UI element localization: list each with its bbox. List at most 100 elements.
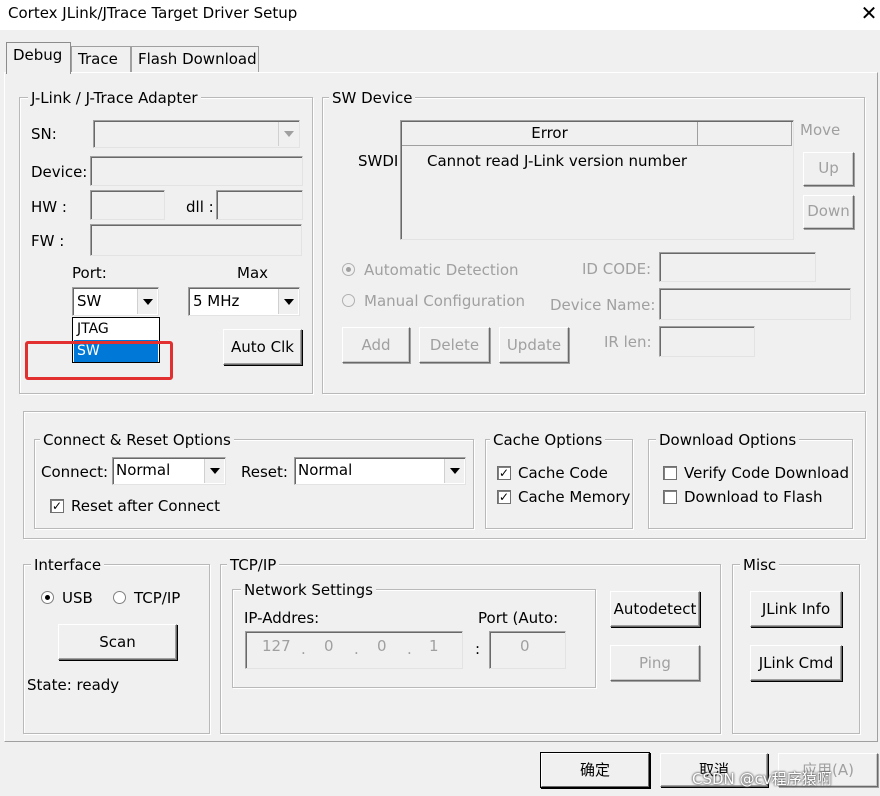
- max-clock-select[interactable]: 5 MHz: [188, 287, 300, 316]
- auto-clk-button[interactable]: Auto Clk: [223, 329, 302, 365]
- swdi-label: SWDI: [358, 152, 399, 170]
- ip-dot-3: .: [407, 640, 412, 658]
- ping-button[interactable]: Ping: [610, 645, 700, 681]
- tcpip-radio-label: TCP/IP: [134, 589, 181, 607]
- column-header-error[interactable]: Error: [402, 122, 698, 146]
- ir-len-field: [659, 326, 755, 357]
- cache-code-label: Cache Code: [518, 464, 608, 482]
- id-code-label: ID CODE:: [582, 260, 652, 278]
- download-options-group-label: Download Options: [656, 431, 800, 449]
- chevron-down-icon[interactable]: [204, 459, 224, 483]
- id-code-field: [659, 252, 816, 282]
- port-select[interactable]: SW: [72, 287, 159, 316]
- download-to-flash-label: Download to Flash: [684, 488, 823, 506]
- state-label: State: ready: [27, 676, 120, 694]
- device-list-message: Cannot read J-Link version number: [427, 152, 688, 170]
- move-label: Move: [800, 121, 841, 139]
- network-settings-label: Network Settings: [241, 581, 376, 599]
- tcpip-group-label: TCP/IP: [227, 556, 280, 574]
- device-list[interactable]: Error Cannot read J-Link version number: [400, 120, 794, 240]
- connect-select[interactable]: Normal: [112, 457, 226, 485]
- reset-after-connect-label: Reset after Connect: [71, 497, 220, 515]
- cache-memory-label: Cache Memory: [518, 488, 631, 506]
- max-label: Max: [237, 264, 269, 282]
- ok-button[interactable]: 确定: [541, 753, 649, 787]
- update-button[interactable]: Update: [499, 327, 569, 363]
- ip-port-colon: :: [475, 640, 481, 658]
- reset-select-value: Normal: [298, 461, 353, 479]
- usb-radio[interactable]: [41, 591, 54, 604]
- tab-flash-download[interactable]: Flash Download: [131, 46, 259, 74]
- ir-len-label: IR len:: [604, 333, 652, 351]
- port-select-value: SW: [77, 292, 102, 310]
- device-name-label: Device Name:: [550, 296, 656, 314]
- reset-select[interactable]: Normal: [294, 457, 466, 485]
- cache-options-group: [485, 439, 633, 529]
- tab-trace[interactable]: Trace: [71, 46, 131, 74]
- cache-options-group-label: Cache Options: [490, 431, 606, 449]
- tcpip-radio[interactable]: [113, 591, 126, 604]
- reset-after-connect-checkbox[interactable]: ✓: [50, 499, 64, 513]
- usb-label: USB: [62, 589, 93, 607]
- verify-download-label: Verify Code Download: [684, 464, 850, 482]
- tcp-port-field: 0: [489, 631, 566, 669]
- ip-address-field: 127 . 0 . 0 . 1: [245, 631, 463, 669]
- max-clock-value: 5 MHz: [193, 292, 240, 310]
- chevron-down-icon[interactable]: [137, 289, 157, 314]
- connect-reset-group-label: Connect & Reset Options: [40, 431, 234, 449]
- connect-label: Connect:: [41, 463, 109, 481]
- column-header-blank[interactable]: [698, 122, 792, 146]
- verify-download-checkbox[interactable]: [663, 466, 677, 480]
- hw-field: [90, 190, 165, 220]
- sn-combo[interactable]: [93, 120, 300, 148]
- jlink-cmd-button[interactable]: JLink Cmd: [750, 645, 842, 681]
- ip-dot-2: .: [354, 640, 359, 658]
- adapter-group-label: J-Link / J-Trace Adapter: [28, 89, 201, 107]
- device-name-field: [659, 288, 851, 320]
- ip-address-label: IP-Addres:: [244, 609, 320, 627]
- ip-octet-2: 0: [324, 637, 334, 655]
- misc-group-label: Misc: [740, 556, 780, 574]
- delete-button[interactable]: Delete: [419, 327, 490, 363]
- interface-group-label: Interface: [31, 556, 105, 574]
- close-icon[interactable]: ✕: [858, 0, 880, 26]
- cache-code-checkbox[interactable]: ✓: [497, 466, 511, 480]
- chevron-down-icon[interactable]: [278, 289, 298, 314]
- port-auto-label: Port (Auto:: [478, 609, 559, 627]
- download-options-group: [648, 439, 853, 529]
- dll-label: dll :: [186, 198, 214, 216]
- connect-select-value: Normal: [116, 461, 171, 479]
- jlink-info-button[interactable]: JLink Info: [750, 591, 842, 627]
- hw-label: HW :: [31, 198, 67, 216]
- chevron-down-icon[interactable]: [444, 459, 464, 483]
- manual-config-radio[interactable]: [342, 294, 355, 307]
- add-button[interactable]: Add: [342, 327, 410, 363]
- dll-field: [216, 190, 303, 220]
- autodetect-button[interactable]: Autodetect: [610, 591, 700, 627]
- window-title: Cortex JLink/JTrace Target Driver Setup: [8, 4, 298, 22]
- manual-config-label: Manual Configuration: [364, 292, 526, 310]
- sn-label: SN:: [31, 125, 57, 143]
- port-label: Port:: [72, 264, 107, 282]
- sw-device-group-label: SW Device: [329, 89, 416, 107]
- reset-label: Reset:: [241, 463, 288, 481]
- ip-dot-1: .: [301, 640, 306, 658]
- fw-field: [90, 224, 302, 256]
- scan-button[interactable]: Scan: [58, 624, 177, 660]
- download-to-flash-checkbox[interactable]: [663, 490, 677, 504]
- move-down-button[interactable]: Down: [803, 195, 854, 229]
- port-option-jtag[interactable]: JTAG: [74, 318, 158, 340]
- auto-detection-radio[interactable]: [342, 263, 355, 276]
- device-field: [90, 156, 303, 186]
- ip-octet-3: 0: [377, 637, 387, 655]
- tcp-port-value: 0: [520, 637, 530, 655]
- cache-memory-checkbox[interactable]: ✓: [497, 490, 511, 504]
- highlight-box: [25, 341, 173, 380]
- device-label: Device:: [31, 163, 88, 181]
- chevron-down-icon[interactable]: [278, 122, 298, 146]
- fw-label: FW :: [31, 232, 65, 250]
- watermark: CSDN @cv程序猿啊: [692, 770, 832, 788]
- ip-octet-4: 1: [429, 637, 439, 655]
- tab-debug[interactable]: Debug: [6, 42, 71, 74]
- move-up-button[interactable]: Up: [803, 152, 854, 186]
